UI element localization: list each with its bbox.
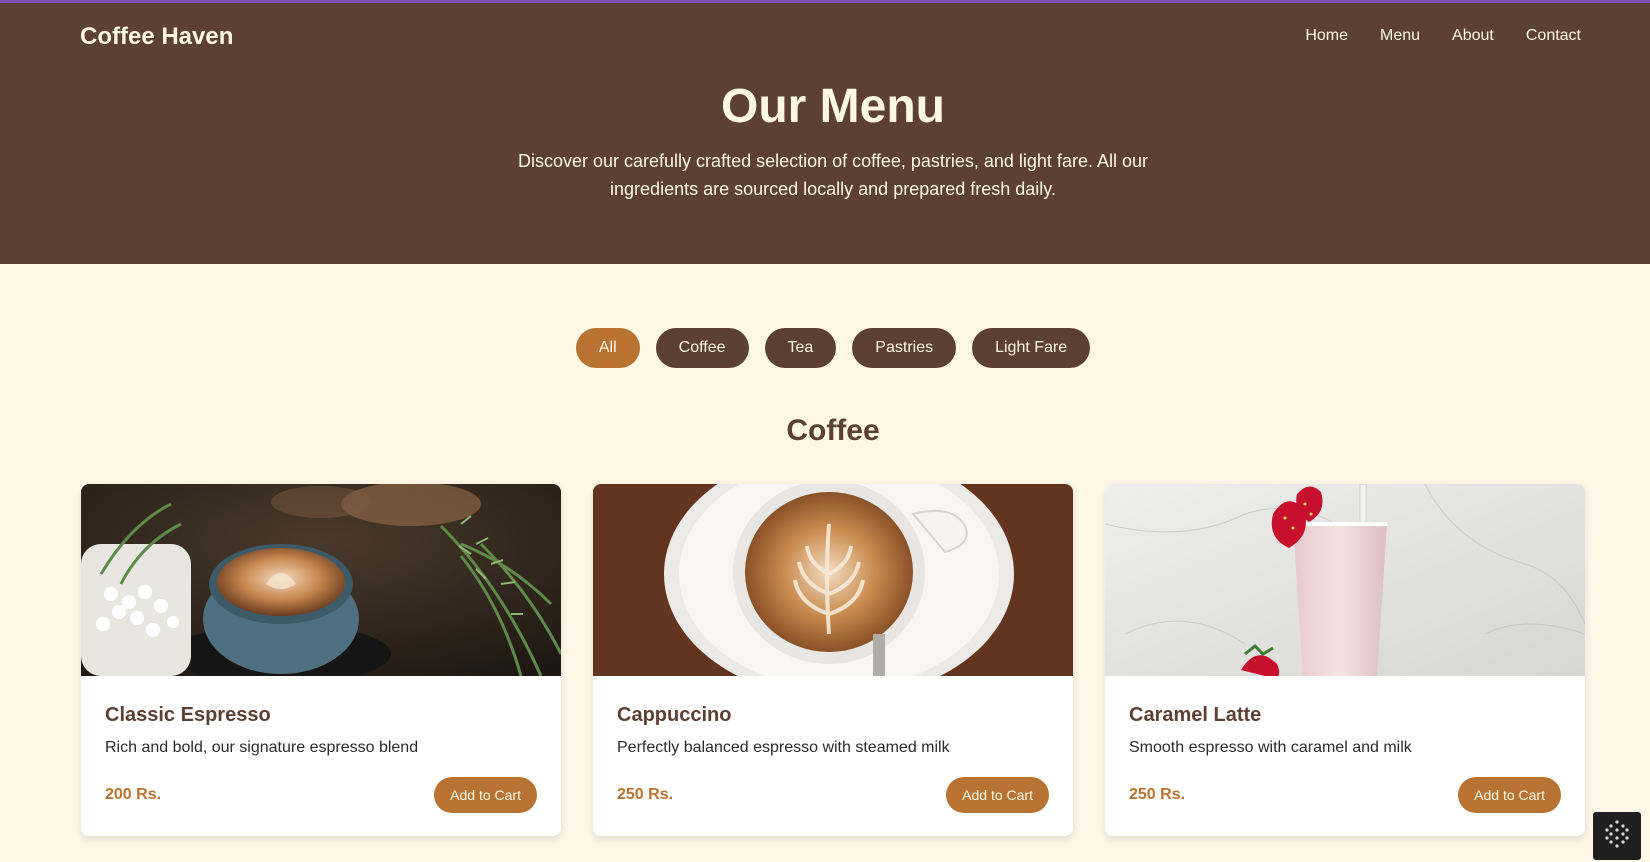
item-price: 200 Rs. <box>105 786 162 803</box>
site-header: Coffee Haven Home Menu About Contact Our… <box>0 3 1650 264</box>
nav-menu[interactable]: Menu <box>1380 27 1420 45</box>
filter-pastries[interactable]: Pastries <box>852 328 957 368</box>
nav-contact[interactable]: Contact <box>1526 27 1581 45</box>
hero-description: Discover our carefully crafted selection… <box>518 151 1148 199</box>
menu-card: Cappuccino Perfectly balanced espresso w… <box>593 484 1073 836</box>
filter-coffee[interactable]: Coffee <box>655 328 749 368</box>
nav-home[interactable]: Home <box>1305 27 1348 45</box>
item-price: 250 Rs. <box>617 786 674 803</box>
espresso-photo <box>81 484 561 676</box>
item-name: Classic Espresso <box>105 704 271 726</box>
filter-light-fare[interactable]: Light Fare <box>972 328 1091 368</box>
item-name: Caramel Latte <box>1129 704 1262 726</box>
add-to-cart-button[interactable]: Add to Cart <box>434 777 537 813</box>
floating-widget-icon[interactable] <box>1593 812 1641 860</box>
filter-all[interactable]: All <box>575 328 640 368</box>
item-name: Cappuccino <box>617 704 732 726</box>
milkshake-photo <box>1105 484 1585 676</box>
main-nav: Home Menu About Contact <box>1305 27 1581 45</box>
category-filters: All Coffee Tea Pastries Light Fare <box>0 328 1650 368</box>
item-description: Rich and bold, our signature espresso bl… <box>105 739 419 756</box>
filter-tea[interactable]: Tea <box>764 328 837 368</box>
item-price: 250 Rs. <box>1129 786 1186 803</box>
cappuccino-photo <box>593 484 1073 676</box>
add-to-cart-button[interactable]: Add to Cart <box>1458 777 1561 813</box>
item-description: Perfectly balanced espresso with steamed… <box>617 739 950 756</box>
item-description: Smooth espresso with caramel and milk <box>1129 739 1412 756</box>
brand-logo[interactable]: Coffee Haven <box>80 23 233 51</box>
add-to-cart-button[interactable]: Add to Cart <box>946 777 1049 813</box>
menu-card: Classic Espresso Rich and bold, our sign… <box>81 484 561 836</box>
menu-grid: Classic Espresso Rich and bold, our sign… <box>81 484 1585 836</box>
page-title: Our Menu <box>721 80 945 133</box>
section-title: Coffee <box>786 414 880 447</box>
nav-about[interactable]: About <box>1452 27 1494 45</box>
menu-card: Caramel Latte Smooth espresso with caram… <box>1105 484 1585 836</box>
